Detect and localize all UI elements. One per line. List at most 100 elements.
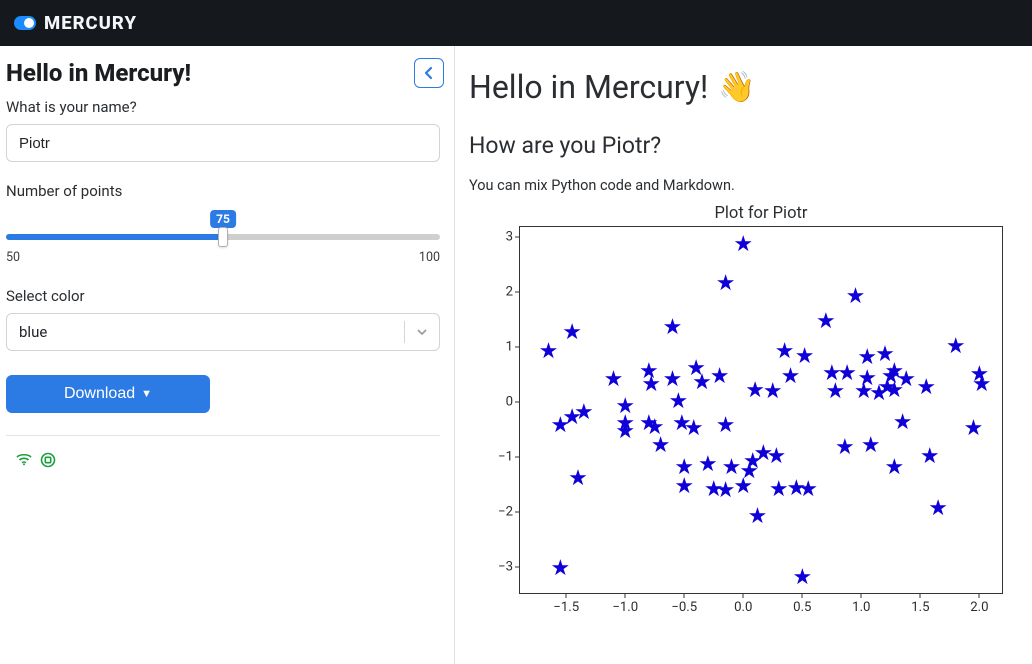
data-point: ★ [716, 273, 736, 295]
data-point: ★ [885, 457, 905, 479]
data-point: ★ [766, 446, 786, 468]
xtick-mark [743, 594, 744, 598]
data-point: ★ [869, 383, 889, 405]
data-point: ★ [668, 391, 688, 413]
slider-value-badge: 75 [210, 210, 236, 228]
sidebar-title: Hello in Mercury! [6, 59, 191, 87]
data-point: ★ [893, 412, 913, 434]
data-point: ★ [964, 418, 984, 440]
data-point: ★ [748, 506, 768, 528]
data-point: ★ [775, 341, 795, 363]
data-point: ★ [792, 567, 812, 589]
ytick-mark [515, 401, 519, 402]
data-point: ★ [562, 322, 582, 344]
ytick-mark [515, 456, 519, 457]
download-button[interactable]: Download ▼ [6, 375, 210, 413]
logo-toggle-icon [14, 16, 36, 30]
data-point: ★ [651, 435, 671, 457]
xtick-label: −0.5 [671, 600, 697, 615]
data-point: ★ [550, 558, 570, 580]
xtick-label: −1.5 [553, 600, 579, 615]
caret-down-icon: ▼ [141, 389, 152, 400]
collapse-sidebar-button[interactable] [414, 58, 444, 88]
sidebar-header: Hello in Mercury! [6, 58, 444, 88]
chevron-down-icon [405, 328, 439, 336]
data-point: ★ [539, 341, 559, 363]
topbar: MERCURY [0, 0, 1032, 46]
status-icons [6, 452, 444, 468]
ytick-mark [515, 346, 519, 347]
xtick-mark [861, 594, 862, 598]
xtick-mark [802, 594, 803, 598]
data-point: ★ [920, 446, 940, 468]
xtick-label: 1.0 [852, 600, 870, 615]
ytick-mark [515, 511, 519, 512]
name-label: What is your name? [6, 98, 444, 116]
points-slider[interactable]: 75 [6, 234, 440, 240]
wave-emoji: 👋 [718, 70, 755, 105]
data-point: ★ [928, 498, 948, 520]
ytick-mark [515, 566, 519, 567]
chevron-left-icon [423, 66, 435, 80]
xtick-mark [566, 594, 567, 598]
ytick-label: 3 [506, 229, 513, 244]
data-point: ★ [674, 476, 694, 498]
xtick-label: 0.5 [793, 600, 811, 615]
ytick-label: 2 [506, 284, 513, 299]
scatter-plot: Plot for Piotr −3 −2 −1 0 1 2 3 −1.5 −1.0 −0.5 0.0… [469, 204, 1013, 624]
xtick-label: −1.0 [612, 600, 638, 615]
data-point: ★ [716, 415, 736, 437]
data-point: ★ [641, 374, 661, 396]
data-point: ★ [698, 454, 718, 476]
ytick-label: −3 [498, 559, 513, 574]
xtick-label: 0.0 [734, 600, 752, 615]
name-input[interactable] [6, 124, 440, 162]
xtick-mark [625, 594, 626, 598]
data-point: ★ [835, 437, 855, 459]
data-point: ★ [896, 369, 916, 391]
slider-thumb[interactable] [218, 227, 228, 247]
ytick-label: 0 [506, 394, 513, 409]
divider [6, 435, 440, 436]
content-title: Hello in Mercury! 👋 [469, 68, 1022, 106]
color-select[interactable]: blue [6, 313, 440, 351]
xtick-label: 2.0 [970, 600, 988, 615]
xtick-mark [920, 594, 921, 598]
data-point: ★ [663, 369, 683, 391]
slider-fill [6, 234, 223, 240]
points-label: Number of points [6, 182, 444, 200]
data-point: ★ [568, 468, 588, 490]
data-point: ★ [846, 286, 866, 308]
download-button-label: Download [64, 385, 135, 403]
data-point: ★ [916, 377, 936, 399]
stop-icon [40, 452, 56, 468]
data-point: ★ [684, 418, 704, 440]
data-point: ★ [710, 366, 730, 388]
data-point: ★ [946, 336, 966, 358]
data-point: ★ [733, 234, 753, 256]
xtick-label: 1.5 [911, 600, 929, 615]
data-point: ★ [615, 421, 635, 443]
data-point: ★ [816, 311, 836, 333]
content-body: You can mix Python code and Markdown. [469, 177, 1022, 194]
data-point: ★ [733, 476, 753, 498]
data-point: ★ [861, 435, 881, 457]
data-point: ★ [574, 402, 594, 424]
data-point: ★ [972, 374, 992, 396]
content-subtitle: How are you Piotr? [469, 132, 1022, 159]
wifi-icon [16, 452, 32, 466]
color-label: Select color [6, 287, 444, 305]
slider-min: 50 [6, 250, 20, 265]
plot-title: Plot for Piotr [519, 204, 1003, 223]
ytick-mark [515, 236, 519, 237]
sidebar: Hello in Mercury! What is your name? Num… [0, 46, 455, 664]
data-point: ★ [663, 317, 683, 339]
brand-name: MERCURY [44, 12, 137, 34]
ytick-label: −1 [498, 449, 513, 464]
slider-max: 100 [419, 250, 440, 265]
data-point: ★ [604, 369, 624, 391]
ytick-label: 1 [506, 339, 513, 354]
slider-limits: 50 100 [6, 250, 440, 265]
color-select-value: blue [7, 323, 404, 341]
ytick-label: −2 [498, 504, 513, 519]
